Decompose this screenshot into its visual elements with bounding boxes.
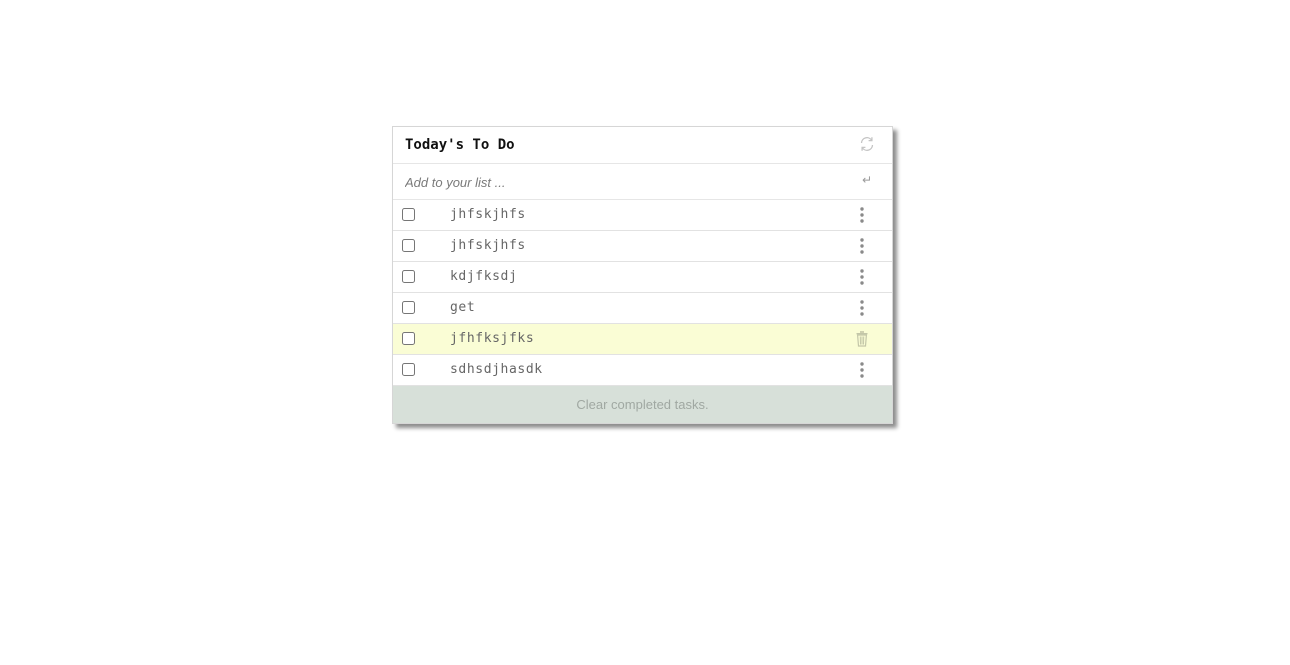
clear-completed-label: Clear completed tasks. <box>576 397 709 412</box>
task-text: get <box>450 300 476 315</box>
clear-completed-button[interactable]: Clear completed tasks. <box>393 386 892 423</box>
task-text: jhfskjhfs <box>450 238 526 253</box>
task-text: sdhsdjhasdk <box>450 362 543 377</box>
task-row-highlighted: jfhfksjfks <box>393 324 892 355</box>
kebab-menu-icon[interactable] <box>854 299 870 317</box>
kebab-menu-icon[interactable] <box>854 268 870 286</box>
add-task-input[interactable] <box>405 172 835 192</box>
task-row: get <box>393 293 892 324</box>
todo-header: Today's To Do <box>393 127 892 164</box>
page-title: Today's To Do <box>405 137 515 153</box>
trash-icon[interactable] <box>854 330 870 348</box>
task-row: sdhsdjhasdk <box>393 355 892 386</box>
task-row: jhfskjhfs <box>393 200 892 231</box>
task-text: jhfskjhfs <box>450 207 526 222</box>
add-task-row: ↵ <box>393 164 892 200</box>
kebab-menu-icon[interactable] <box>854 206 870 224</box>
task-row: jhfskjhfs <box>393 231 892 262</box>
kebab-menu-icon[interactable] <box>854 237 870 255</box>
task-checkbox[interactable] <box>402 208 415 221</box>
refresh-icon[interactable] <box>858 135 876 153</box>
task-checkbox[interactable] <box>402 301 415 314</box>
task-text: jfhfksjfks <box>450 331 535 346</box>
task-checkbox[interactable] <box>402 332 415 345</box>
todo-card: Today's To Do ↵ jhfskjhfs jhfskjhfs <box>392 126 893 424</box>
task-checkbox[interactable] <box>402 363 415 376</box>
task-checkbox[interactable] <box>402 239 415 252</box>
kebab-menu-icon[interactable] <box>854 361 870 379</box>
task-checkbox[interactable] <box>402 270 415 283</box>
task-row: kdjfksdj <box>393 262 892 293</box>
task-text: kdjfksdj <box>450 269 518 284</box>
enter-icon[interactable]: ↵ <box>862 173 872 187</box>
